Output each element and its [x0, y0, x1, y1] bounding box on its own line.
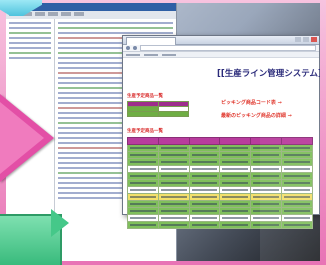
favorite-link[interactable] [126, 53, 140, 56]
green-arrow-icon [51, 209, 69, 237]
pink-frame: [[生産ライン管理システム]] 生産予定商品一覧 ピッキング商品コード表 → 最… [0, 0, 326, 265]
ide-menu-item[interactable] [35, 12, 45, 16]
ide-menu-item[interactable] [61, 12, 71, 16]
pink-arrow-highlight [0, 102, 44, 174]
favorite-link[interactable] [162, 53, 176, 56]
glare-overlay [260, 3, 320, 261]
ide-menu-item[interactable] [74, 12, 84, 16]
section-label-pending: 生産予定商品一覧 [127, 94, 163, 99]
browser-tab[interactable] [126, 37, 176, 45]
back-icon[interactable] [126, 46, 130, 50]
section-label-list: 生産予定商品一覧 [127, 129, 163, 134]
favorite-link[interactable] [144, 53, 158, 56]
table-header-cell [127, 137, 159, 145]
table-header-cell [157, 137, 190, 145]
forward-icon[interactable] [133, 46, 137, 50]
table-header-cell [219, 137, 252, 145]
table-header-cell [188, 137, 221, 145]
ide-menu-item[interactable] [48, 12, 58, 16]
pending-table [127, 101, 189, 117]
